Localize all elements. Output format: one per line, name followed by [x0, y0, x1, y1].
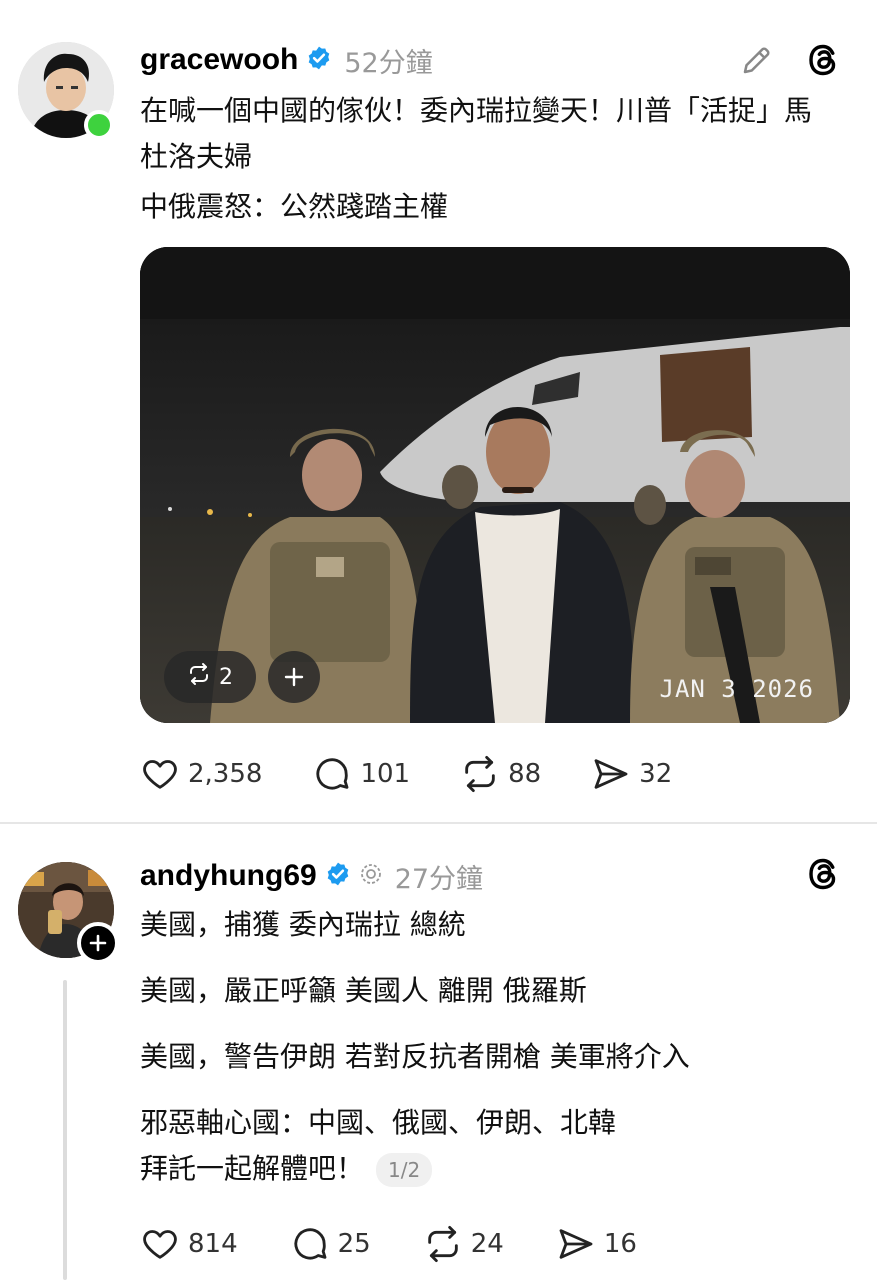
post-header: andyhung69 27分鐘 — [140, 856, 483, 896]
post-text-line: 美國，捕獲 委內瑞拉 總統 — [140, 908, 466, 941]
comment-icon — [316, 758, 349, 790]
comment-icon — [294, 1228, 327, 1260]
edit-pencil-icon[interactable] — [739, 42, 775, 82]
repost-icon — [427, 1225, 458, 1263]
share-button[interactable]: 16 — [556, 1224, 637, 1264]
username[interactable]: gracewooh — [140, 43, 298, 77]
post-text-line: 邪惡軸心國：中國、俄國、伊朗、北韓 — [140, 1106, 617, 1139]
media-add-button[interactable] — [268, 651, 320, 703]
repost-icon — [187, 662, 211, 692]
post-gracewooh: gracewooh 52分鐘 在喊一個中國的傢伙！委內瑞拉變天！川普「活捉」馬杜… — [0, 0, 877, 822]
repost-count: 88 — [508, 759, 542, 789]
share-count: 32 — [639, 759, 673, 789]
share-icon — [559, 1229, 593, 1259]
post-text-line: 美國，警告伊朗 若對反抗者開槍 美軍將介入 — [140, 1040, 690, 1073]
plus-icon — [284, 667, 304, 687]
post-image[interactable]: 2 JAN 3 2026 — [140, 247, 850, 723]
post-andyhung69: andyhung69 27分鐘 美國，捕獲 委內瑞拉 總統 美國，嚴正呼籲 美國… — [0, 826, 877, 1280]
repost-button[interactable]: 88 — [460, 754, 541, 794]
post-actions: 2,358 101 88 32 — [140, 754, 722, 794]
post-text: 美國，捕獲 委內瑞拉 總統 美國，嚴正呼籲 美國人 離開 俄羅斯 美國，警告伊朗… — [140, 902, 837, 1192]
post-divider — [0, 822, 877, 824]
threads-logo-icon[interactable] — [805, 42, 841, 82]
share-count: 16 — [603, 1229, 637, 1259]
like-count: 2,358 — [188, 759, 263, 789]
verified-badge-icon — [306, 45, 332, 75]
post-header-actions — [805, 856, 841, 896]
share-button[interactable]: 32 — [591, 754, 672, 794]
post-text: 在喊一個中國的傢伙！委內瑞拉變天！川普「活捉」馬杜洛夫婦 中俄震怒：公然踐踏主權 — [140, 88, 837, 230]
repost-button[interactable]: 24 — [423, 1224, 504, 1264]
post-text-line: 美國，嚴正呼籲 美國人 離開 俄羅斯 — [140, 974, 587, 1007]
share-icon — [594, 759, 628, 789]
username[interactable]: andyhung69 — [140, 859, 317, 893]
like-count: 814 — [188, 1229, 238, 1259]
night-airfield-photo — [140, 247, 850, 723]
photo-date-stamp: JAN 3 2026 — [659, 675, 814, 703]
post-text-line: 在喊一個中國的傢伙！委內瑞拉變天！川普「活捉」馬杜洛夫婦 — [140, 94, 813, 173]
online-status-indicator — [84, 110, 114, 140]
repost-icon — [465, 755, 495, 793]
post-text-line: 中俄震怒：公然踐踏主權 — [140, 190, 449, 223]
repost-count: 24 — [470, 1229, 504, 1259]
like-button[interactable]: 814 — [140, 1224, 238, 1264]
reply-button[interactable]: 101 — [312, 754, 410, 794]
threads-logo-icon[interactable] — [805, 856, 841, 896]
heart-icon — [143, 760, 177, 789]
reply-count: 25 — [337, 1229, 371, 1259]
thread-pager[interactable]: 1/2 — [376, 1153, 433, 1187]
verified-badge-icon — [325, 861, 351, 891]
media-repost-button[interactable]: 2 — [164, 651, 256, 703]
plus-icon — [89, 934, 107, 952]
post-header: gracewooh 52分鐘 — [140, 40, 433, 80]
media-repost-count: 2 — [219, 664, 233, 690]
reply-count: 101 — [360, 759, 411, 789]
heart-icon — [143, 1230, 177, 1259]
post-text-line: 拜託一起解體吧！ — [140, 1152, 365, 1185]
post-text-line-with-pager: 拜託一起解體吧！ 1/2 — [140, 1146, 837, 1192]
pending-status-icon — [359, 862, 383, 890]
like-button[interactable]: 2,358 — [140, 754, 262, 794]
follow-button[interactable] — [77, 922, 119, 964]
post-time: 27分鐘 — [394, 863, 484, 895]
reply-button[interactable]: 25 — [290, 1224, 371, 1264]
post-header-actions — [739, 42, 841, 82]
post-actions: 814 25 24 16 — [140, 1224, 689, 1264]
post-time: 52分鐘 — [344, 47, 433, 79]
thread-line — [63, 980, 67, 1280]
